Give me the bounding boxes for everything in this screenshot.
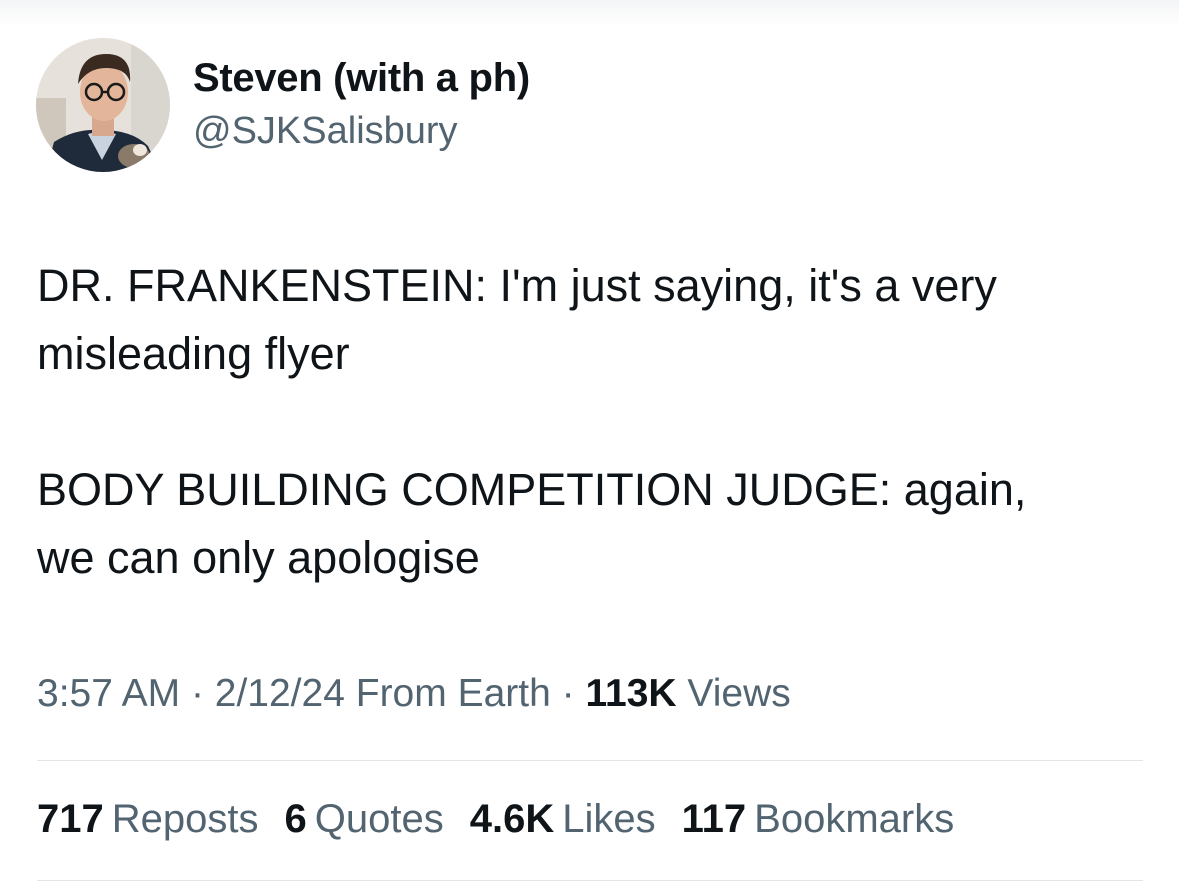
- engagement-stats: 717 Reposts 6 Quotes 4.6K Likes 117 Bookmark…: [37, 797, 954, 842]
- views-count: 113K: [585, 672, 677, 715]
- meta-separator: ·: [190, 672, 204, 715]
- bookmarks-label: Bookmarks: [754, 797, 955, 841]
- avatar-photo-icon: [36, 38, 170, 172]
- tweet-paragraph: DR. FRANKENSTEIN: I'm just saying, it's …: [37, 260, 997, 379]
- display-name[interactable]: Steven (with a ph): [193, 56, 530, 101]
- likes-label: Likes: [562, 797, 656, 841]
- meta-separator: ·: [561, 672, 575, 715]
- reposts-label: Reposts: [111, 797, 259, 841]
- tweet-paragraph: BODY BUILDING COMPETITION JUDGE: again, …: [37, 464, 1027, 583]
- avatar[interactable]: [36, 38, 170, 172]
- likes-count: 4.6K: [469, 797, 555, 841]
- quotes-label: Quotes: [314, 797, 444, 841]
- quotes-count: 6: [284, 797, 307, 841]
- quotes-stat[interactable]: 6 Quotes: [285, 797, 444, 842]
- tweet-meta: 3:57 AM · 2/12/24 From Earth · 113K View…: [37, 672, 791, 716]
- reposts-stat[interactable]: 717 Reposts: [37, 797, 259, 842]
- reposts-count: 717: [37, 797, 104, 841]
- post-source: From Earth: [355, 672, 551, 715]
- timestamp-date[interactable]: 2/12/24: [215, 672, 345, 715]
- bookmarks-count: 117: [681, 797, 747, 841]
- user-handle[interactable]: @SJKSalisbury: [193, 110, 458, 153]
- top-fade: [0, 0, 1179, 26]
- divider: [37, 880, 1143, 881]
- views-label: Views: [687, 672, 791, 715]
- timestamp-time[interactable]: 3:57 AM: [37, 672, 180, 715]
- bookmarks-stat[interactable]: 117 Bookmarks: [682, 797, 955, 842]
- likes-stat[interactable]: 4.6K Likes: [470, 797, 656, 842]
- divider: [37, 760, 1143, 761]
- tweet-text: DR. FRANKENSTEIN: I'm just saying, it's …: [37, 252, 1147, 592]
